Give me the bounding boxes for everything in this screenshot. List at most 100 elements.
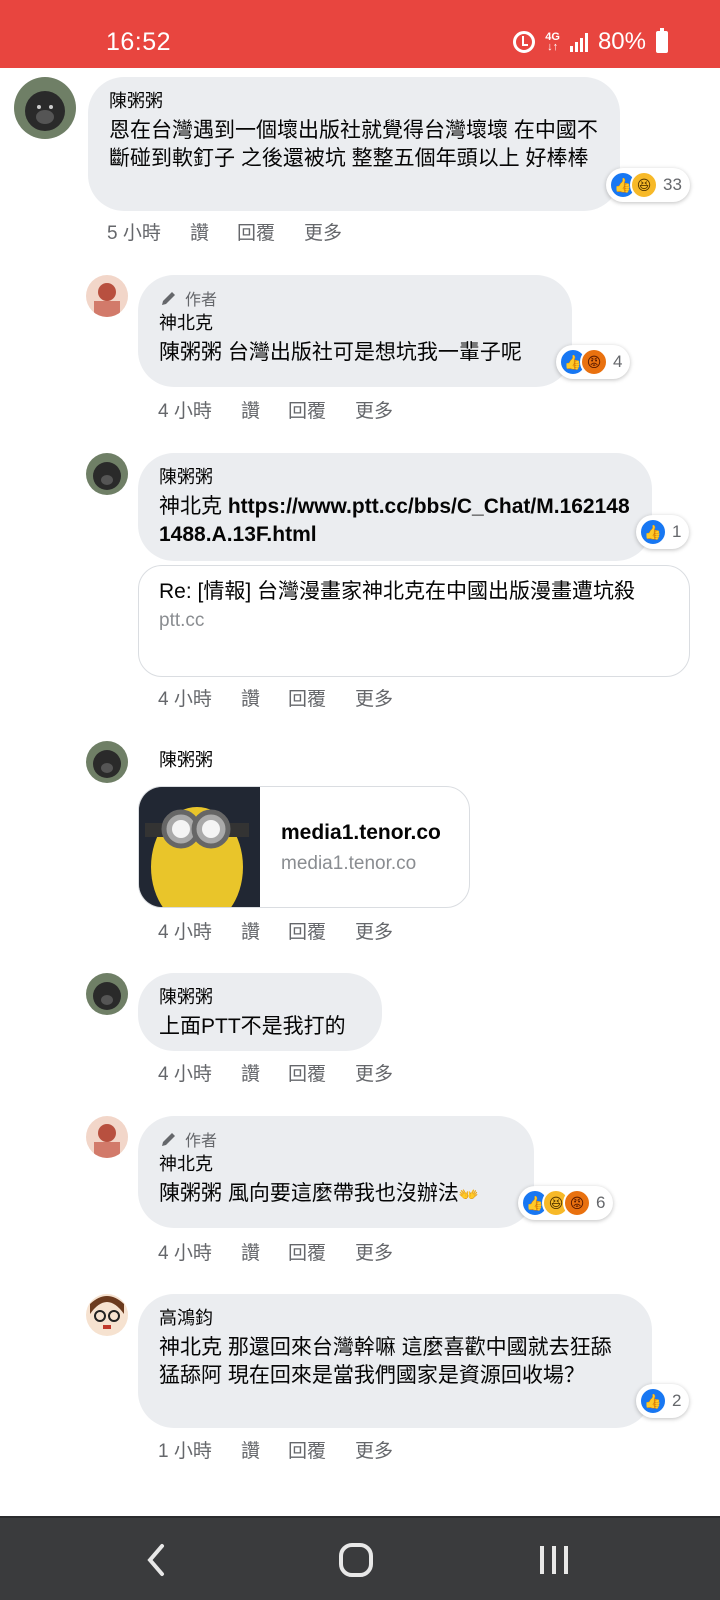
comment-time: 4 小時 <box>158 1064 212 1085</box>
comment-time: 1 小時 <box>158 1441 212 1462</box>
network-4g-icon: 4G ↓↑ <box>545 31 560 53</box>
like-button[interactable]: 讚 <box>241 684 288 711</box>
comment-text: 神北克 https://www.ptt.cc/bbs/C_Chat/M.1621… <box>159 495 630 546</box>
like-button[interactable]: 讚 <box>190 218 237 245</box>
comment-time: 4 小時 <box>158 689 212 710</box>
avatar-gorilla[interactable] <box>86 973 128 1015</box>
comment-author[interactable]: 陳粥粥 <box>109 89 598 113</box>
reaction-count: 1 <box>672 522 682 541</box>
comment-time: 4 小時 <box>158 401 212 422</box>
open-hands-emoji: 👐 <box>458 1187 479 1204</box>
comment-bubble[interactable]: 作者 神北克 陳粥粥 風向要這麼帶我也沒辦法👐 <box>138 1116 534 1228</box>
battery-percent: 80% <box>597 28 646 55</box>
comment-actions: 5 小時 讚 回覆 更多 <box>107 218 342 245</box>
author-badge: 作者 <box>159 287 550 309</box>
battery-icon <box>656 28 668 53</box>
reply-button[interactable]: 回覆 <box>288 396 355 423</box>
gif-preview-card[interactable]: media1.tenor.co media1.tenor.co <box>138 786 470 908</box>
reply-button[interactable]: 回覆 <box>237 218 304 245</box>
reply-button[interactable]: 回覆 <box>288 684 355 711</box>
comment-time: 4 小時 <box>158 922 212 943</box>
more-button[interactable]: 更多 <box>304 218 342 245</box>
comment-bubble[interactable]: 陳粥粥 恩在台灣遇到一個壞出版社就覺得台灣壞壞 在中國不斷碰到軟釘子 之後還被坑… <box>88 77 620 211</box>
comment-actions: 4 小時 讚 回覆 更多 <box>158 1059 393 1086</box>
reaction-count: 2 <box>672 1391 682 1410</box>
status-bar: 16:52 4G ↓↑ 80% <box>0 0 720 68</box>
reaction-summary[interactable]: 👍 😡 4 <box>556 345 631 379</box>
reaction-summary[interactable]: 👍 😆 33 <box>606 168 690 202</box>
comment-actions: 1 小時 讚 回覆 更多 <box>158 1436 393 1463</box>
reaction-summary[interactable]: 👍 😆 😡 6 <box>518 1186 614 1220</box>
like-reaction-icon: 👍 <box>639 1387 667 1415</box>
like-button[interactable]: 讚 <box>241 1059 288 1086</box>
like-button[interactable]: 讚 <box>241 1238 288 1265</box>
like-reaction-icon: 👍 <box>639 518 667 546</box>
haha-reaction-icon: 😆 <box>630 171 658 199</box>
comment-text: 陳粥粥 台灣出版社可是想坑我一輩子呢 <box>159 341 522 364</box>
comment-text: 恩在台灣遇到一個壞出版社就覺得台灣壞壞 在中國不斷碰到軟釘子 之後還被坑 整整五… <box>109 119 598 170</box>
comment-text: 上面PTT不是我打的 <box>159 1015 346 1038</box>
comment-author[interactable]: 神北克 <box>159 1152 512 1176</box>
comment-time: 5 小時 <box>107 223 161 244</box>
reply-button[interactable]: 回覆 <box>288 917 355 944</box>
avatar-author[interactable] <box>86 1116 128 1158</box>
status-icons: 4G ↓↑ 80% <box>513 28 668 56</box>
reaction-summary[interactable]: 👍 2 <box>636 1384 690 1418</box>
comment-bubble[interactable]: 陳粥粥 神北克 https://www.ptt.cc/bbs/C_Chat/M.… <box>138 453 652 561</box>
comment-text: 神北克 那還回來台灣幹嘛 這麼喜歡中國就去狂舔猛舔阿 現在回來是當我們國家是資源… <box>159 1336 612 1387</box>
reply-button[interactable]: 回覆 <box>288 1238 355 1265</box>
pencil-icon <box>162 292 175 305</box>
angry-reaction-icon: 😡 <box>580 348 608 376</box>
comment-author[interactable]: 神北克 <box>159 311 550 335</box>
avatar-glasses-girl[interactable] <box>86 1294 128 1336</box>
more-button[interactable]: 更多 <box>355 1238 393 1265</box>
pencil-icon <box>162 1133 175 1146</box>
comment-actions: 4 小時 讚 回覆 更多 <box>158 917 393 944</box>
reaction-count: 4 <box>613 352 623 371</box>
avatar-gorilla[interactable] <box>86 453 128 495</box>
comment-author[interactable]: 陳粥粥 <box>159 985 360 1009</box>
comment-time: 4 小時 <box>158 1243 212 1264</box>
more-button[interactable]: 更多 <box>355 917 393 944</box>
reaction-summary[interactable]: 👍 1 <box>636 515 690 549</box>
avatar-author[interactable] <box>86 275 128 317</box>
navigation-bar <box>0 1516 720 1600</box>
comment-actions: 4 小時 讚 回覆 更多 <box>158 684 393 711</box>
comment-actions: 4 小時 讚 回覆 更多 <box>158 396 393 423</box>
avatar-gorilla[interactable] <box>86 741 128 783</box>
comment-author[interactable]: 陳粥粥 <box>159 465 630 489</box>
more-button[interactable]: 更多 <box>355 1059 393 1086</box>
comment-bubble[interactable]: 陳粥粥 上面PTT不是我打的 <box>138 973 382 1051</box>
more-button[interactable]: 更多 <box>355 684 393 711</box>
link-domain: ptt.cc <box>159 610 205 631</box>
gif-domain: media1.tenor.co <box>281 853 417 874</box>
author-badge: 作者 <box>159 1128 512 1150</box>
reaction-count: 6 <box>596 1193 606 1212</box>
comment-link[interactable]: https://www.ptt.cc/bbs/C_Chat/M.16214814… <box>159 495 630 546</box>
comment-actions: 4 小時 讚 回覆 更多 <box>158 1238 393 1265</box>
like-button[interactable]: 讚 <box>241 917 288 944</box>
link-preview-card[interactable]: Re: [情報] 台灣漫畫家神北克在中國出版漫畫遭坑殺 ptt.cc <box>138 565 690 677</box>
angry-reaction-icon: 😡 <box>563 1189 591 1217</box>
comment-text: 陳粥粥 風向要這麼帶我也沒辦法👐 <box>159 1182 479 1205</box>
more-button[interactable]: 更多 <box>355 1436 393 1463</box>
link-title: Re: [情報] 台灣漫畫家神北克在中國出版漫畫遭坑殺 <box>159 580 636 603</box>
minion-gif-thumbnail <box>139 787 260 907</box>
alarm-icon <box>513 31 536 53</box>
avatar-gorilla[interactable] <box>14 77 76 139</box>
comment-bubble[interactable]: 作者 神北克 陳粥粥 台灣出版社可是想坑我一輩子呢 <box>138 275 572 387</box>
recents-icon[interactable] <box>534 1540 574 1580</box>
reply-button[interactable]: 回覆 <box>288 1059 355 1086</box>
status-time: 16:52 <box>106 28 172 56</box>
more-button[interactable]: 更多 <box>355 396 393 423</box>
gif-title: media1.tenor.co <box>281 821 441 844</box>
comment-author[interactable]: 高鴻鈞 <box>159 1306 630 1330</box>
reply-button[interactable]: 回覆 <box>288 1436 355 1463</box>
like-button[interactable]: 讚 <box>241 396 288 423</box>
comment-bubble[interactable]: 高鴻鈞 神北克 那還回來台灣幹嘛 這麼喜歡中國就去狂舔猛舔阿 現在回來是當我們國… <box>138 1294 652 1428</box>
reaction-count: 33 <box>663 175 682 194</box>
comment-author[interactable]: 陳粥粥 <box>159 748 213 772</box>
like-button[interactable]: 讚 <box>241 1436 288 1463</box>
home-icon[interactable] <box>336 1540 376 1580</box>
back-icon[interactable] <box>142 1540 170 1580</box>
